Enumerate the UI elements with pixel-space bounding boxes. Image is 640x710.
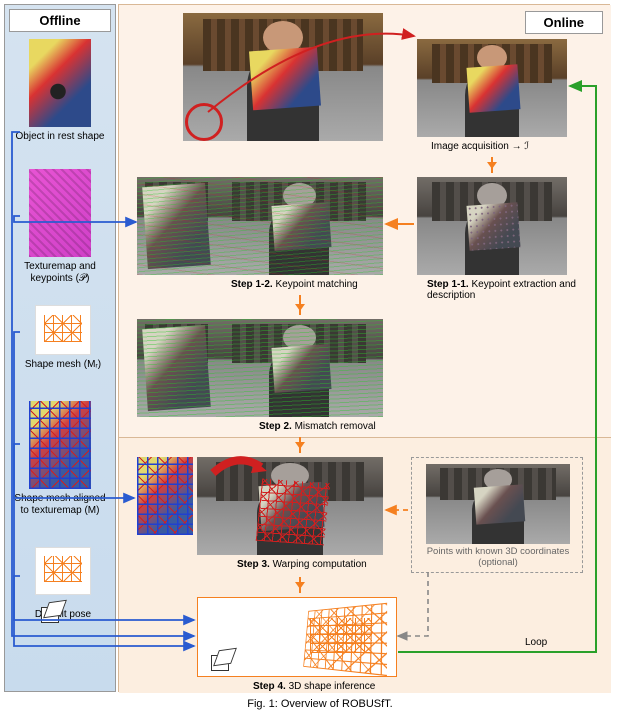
aligned-mesh-caption: Shape mesh aligned to texturemap (M): [10, 493, 110, 516]
step2-txt: Mismatch removal: [295, 421, 376, 432]
step2-label: Step 2. Mismatch removal: [259, 421, 376, 432]
figure-caption: Fig. 1: Overview of ROBUSfT.: [0, 698, 640, 710]
offline-texturemap-thumb: Texturemap and keypoints (𝒫): [29, 169, 91, 257]
step1-1-label: Step 1-1. Keypoint extraction and descri…: [427, 279, 577, 301]
rest-shape-caption: Object in rest shape: [10, 131, 110, 143]
camera-highlight-icon: [185, 103, 223, 141]
offline-aligned-mesh-thumb: Shape mesh aligned to texturemap (M): [29, 401, 91, 489]
step1-2-num: Step 1-2.: [231, 279, 273, 290]
known-3d-points-box: Points with known 3D coordinates (option…: [411, 457, 583, 573]
arrow-icon: [299, 295, 301, 315]
step3-image: [197, 457, 383, 555]
acquired-image: [417, 39, 567, 137]
camera-cube-icon: [211, 649, 235, 669]
step2-image: [137, 319, 383, 417]
step1-2-image: [137, 177, 383, 275]
online-header: Online: [525, 11, 603, 34]
camera-cube-icon: [41, 601, 65, 621]
offline-default-pose-thumb: Default pose: [35, 547, 91, 595]
arrow-icon: [299, 437, 301, 453]
arrow-icon: [299, 577, 301, 593]
loop-label: Loop: [525, 637, 547, 648]
step3-txt: Warping computation: [273, 559, 367, 570]
step3-blue-mesh: [137, 457, 193, 535]
step3-label: Step 3. Warping computation: [237, 559, 367, 570]
step4-label: Step 4. 3D shape inference: [253, 681, 375, 692]
step2-num: Step 2.: [259, 421, 292, 432]
step4-num: Step 4.: [253, 681, 286, 692]
step1-1-image: [417, 177, 567, 275]
arrow-icon: [491, 157, 493, 173]
step1-2-txt: Keypoint matching: [275, 279, 357, 290]
offline-panel: Offline Object in rest shape Texturemap …: [4, 4, 116, 692]
offline-header: Offline: [9, 9, 111, 32]
step1-1-num: Step 1-1.: [427, 279, 469, 290]
offline-shape-mesh-thumb: Shape mesh (Mᵣ): [35, 305, 91, 355]
step4-txt: 3D shape inference: [289, 681, 376, 692]
known-pts-caption: Points with known 3D coordinates (option…: [416, 546, 580, 568]
online-panel: Online Image acquisition → ℐ Step 1-1. K…: [118, 4, 610, 692]
image-acq-label: Image acquisition → ℐ: [431, 141, 529, 152]
red-mesh-overlay: [256, 479, 331, 546]
shape-mesh-caption: Shape mesh (Mᵣ): [13, 359, 113, 371]
offline-rest-shape-thumb: Object in rest shape: [29, 39, 91, 127]
step3-num: Step 3.: [237, 559, 270, 570]
step1-2-label: Step 1-2. Keypoint matching: [231, 279, 358, 290]
texturemap-caption: Texturemap and keypoints (𝒫): [10, 261, 110, 284]
